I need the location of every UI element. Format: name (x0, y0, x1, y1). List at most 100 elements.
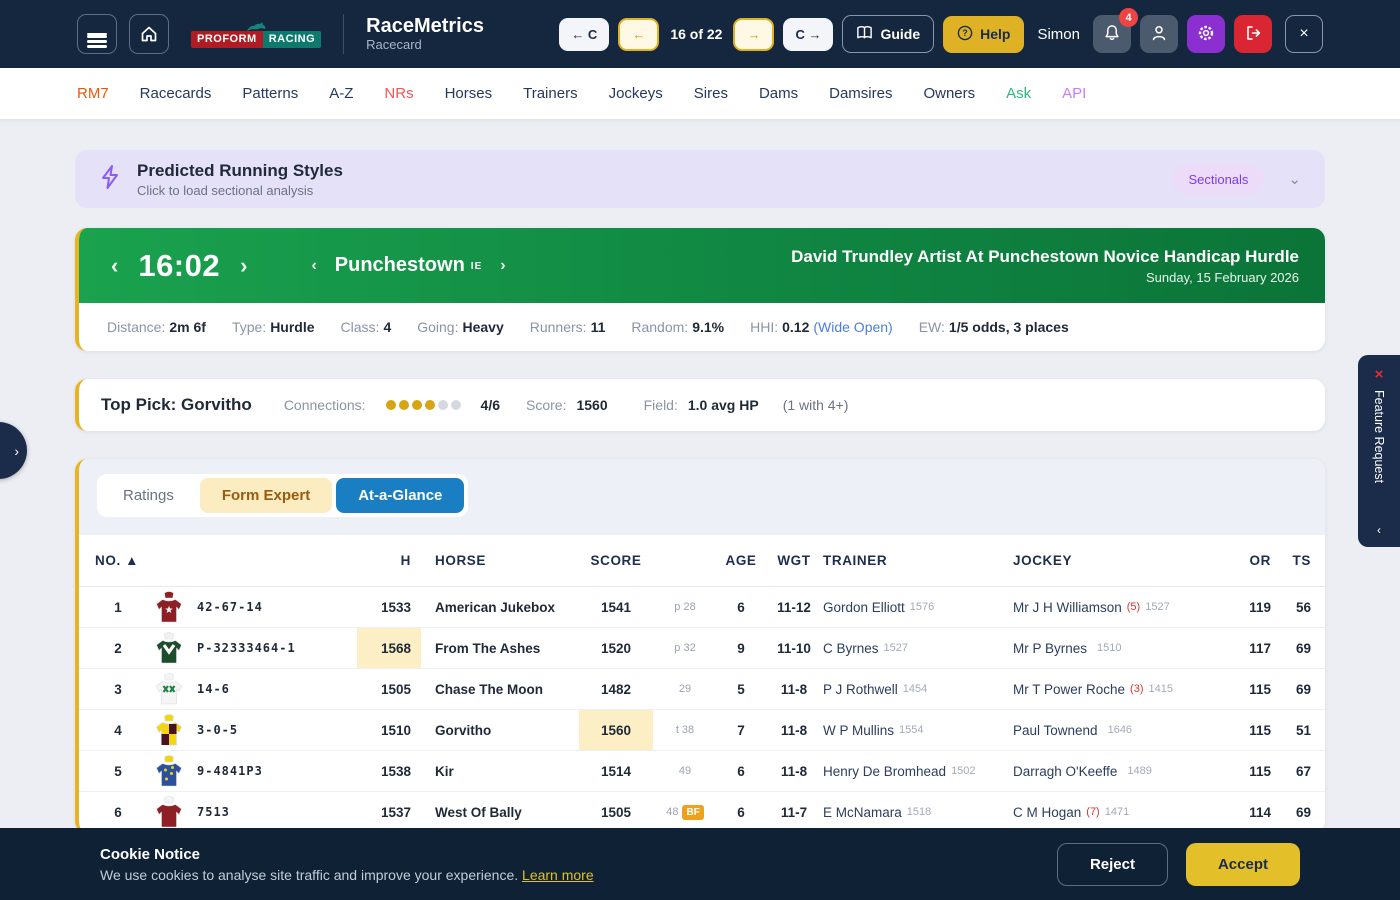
horse-name[interactable]: Chase The Moon (421, 669, 579, 709)
nav-item-api[interactable]: API (1062, 85, 1086, 102)
jockey-cell[interactable]: Paul Townend 1646 (1013, 710, 1225, 750)
nav-item-patterns[interactable]: Patterns (242, 85, 298, 102)
horse-name[interactable]: American Jukebox (421, 587, 579, 627)
next-race-button[interactable]: → (733, 18, 774, 51)
hamburger-menu-button[interactable] (77, 14, 117, 54)
next-course-arrow[interactable]: › (494, 257, 511, 275)
score-value: 1520 (579, 628, 653, 668)
horse-name[interactable]: Kir (421, 751, 579, 791)
weight: 11-8 (765, 751, 823, 791)
accept-cookies-button[interactable]: Accept (1186, 843, 1300, 886)
table-row[interactable]: 4 3-0-5 1510 Gorvitho 1560 t 38 7 11-8 W… (79, 710, 1325, 751)
jockey-name: Mr P Byrnes (1013, 641, 1087, 656)
nav-item-a-z[interactable]: A-Z (329, 85, 353, 102)
tab-at-a-glance[interactable]: At-a-Glance (336, 478, 464, 513)
jockey-cell[interactable]: Mr J H Williamson (5) 1527 (1013, 587, 1225, 627)
nav-item-jockeys[interactable]: Jockeys (609, 85, 663, 102)
next-time-arrow[interactable]: › (234, 254, 253, 278)
nav-item-nrs[interactable]: NRs (384, 85, 413, 102)
col-header-or[interactable]: OR (1225, 535, 1271, 586)
learn-more-link[interactable]: Learn more (522, 867, 594, 883)
nav-item-rm7[interactable]: RM7 (77, 85, 109, 102)
col-header-h[interactable]: H (357, 535, 421, 586)
prev-course-button[interactable]: ← C (559, 18, 609, 51)
connections-value: 4/6 (481, 397, 500, 413)
table-row[interactable]: 1 ★ 42-67-14 1533 American Jukebox 1541 … (79, 587, 1325, 628)
col-header-age[interactable]: AGE (717, 535, 765, 586)
trainer-cell[interactable]: E McNamara 1518 (823, 792, 1013, 832)
nav-item-sires[interactable]: Sires (694, 85, 728, 102)
runner-number: 6 (95, 792, 141, 832)
predicted-running-styles-banner[interactable]: Predicted Running Styles Click to load s… (75, 150, 1325, 208)
close-window-button[interactable]: × (1285, 15, 1323, 53)
home-button[interactable] (129, 14, 169, 54)
table-header-row: NO. ▲ HHORSESCORE AGEWGTTRAINERJOCKEYORTS (79, 535, 1325, 587)
secondary-nav: RM7 Racecards Patterns A-Z NRs Horses Trainers… (0, 68, 1400, 120)
nav-item-owners[interactable]: Owners (923, 85, 975, 102)
horse-name[interactable]: Gorvitho (421, 710, 579, 750)
col-header-trainer[interactable]: TRAINER (823, 535, 1013, 586)
col-header-wgt[interactable]: WGT (765, 535, 823, 586)
connection-dot (451, 400, 461, 410)
feature-request-close-icon[interactable]: × (1369, 365, 1390, 384)
username: Simon (1037, 26, 1080, 43)
nav-item-trainers[interactable]: Trainers (523, 85, 577, 102)
settings-button[interactable] (1187, 15, 1225, 53)
jockey-cell[interactable]: Darragh O'Keeffe 1489 (1013, 751, 1225, 791)
jockey-cell[interactable]: Mr T Power Roche (3) 1415 (1013, 669, 1225, 709)
table-row[interactable]: 5 9-4841P3 1538 Kir 1514 49 6 11-8 Henry… (79, 751, 1325, 792)
official-rating: 115 (1225, 710, 1271, 750)
prev-time-arrow[interactable]: ‹ (105, 254, 124, 278)
top-pick-card: Top Pick: Gorvitho Connections: 4/6 Scor… (75, 379, 1325, 431)
nav-item-racecards[interactable]: Racecards (140, 85, 212, 102)
form-figures: P-32333464-1 (197, 628, 357, 668)
nav-item-horses[interactable]: Horses (445, 85, 493, 102)
age: 6 (717, 792, 765, 832)
col-header-ts[interactable]: TS (1271, 535, 1311, 586)
tab-ratings[interactable]: Ratings (101, 478, 196, 513)
nav-item-ask[interactable]: Ask (1006, 85, 1031, 102)
prev-race-button[interactable]: ← (618, 18, 659, 51)
top-pick-title: Top Pick: Gorvitho (101, 395, 252, 415)
chevron-down-icon[interactable]: ⌄ (1288, 170, 1301, 188)
col-header-horse[interactable]: HORSE (421, 535, 579, 586)
official-rating: 114 (1225, 792, 1271, 832)
horse-name[interactable]: West Of Bally (421, 792, 579, 832)
feature-request-tab[interactable]: × Feature Request ‹ (1358, 355, 1400, 547)
logout-button[interactable] (1234, 15, 1272, 53)
col-header-jockey[interactable]: JOCKEY (1013, 535, 1225, 586)
sectionals-pill[interactable]: Sectionals (1172, 165, 1264, 194)
jockey-cell[interactable]: C M Hogan (7) 1471 (1013, 792, 1225, 832)
tab-form-expert[interactable]: Form Expert (200, 478, 332, 513)
nav-item-dams[interactable]: Dams (759, 85, 798, 102)
h-rating: 1510 (357, 710, 421, 750)
col-header-no-[interactable]: NO. ▲ (95, 535, 141, 586)
race-detail: Distance:2m 6f (107, 319, 206, 335)
sub-score: p 32 (653, 628, 717, 668)
trainer-cell[interactable]: Gordon Elliott 1576 (823, 587, 1013, 627)
trainer-cell[interactable]: P J Rothwell 1454 (823, 669, 1013, 709)
table-row[interactable]: 6 7513 1537 West Of Bally 1505 48 BF 6 1… (79, 792, 1325, 833)
trainer-cell[interactable]: C Byrnes 1527 (823, 628, 1013, 668)
horse-name[interactable]: From The Ashes (421, 628, 579, 668)
proform-racing-logo[interactable]: PROFORM RACING (191, 21, 321, 48)
col-header-score[interactable]: SCORE (579, 535, 653, 586)
jockey-cell[interactable]: Mr P Byrnes 1510 (1013, 628, 1225, 668)
table-row[interactable]: 3 14-6 1505 Chase The Moon 1482 29 5 11-… (79, 669, 1325, 710)
trainer-cell[interactable]: Henry De Bromhead 1502 (823, 751, 1013, 791)
notifications-button[interactable]: 4 (1093, 15, 1131, 53)
trainer-cell[interactable]: W P Mullins 1554 (823, 710, 1013, 750)
profile-button[interactable] (1140, 15, 1178, 53)
next-course-button[interactable]: C → (783, 18, 833, 51)
guide-button[interactable]: Guide (842, 15, 934, 53)
nav-item-damsires[interactable]: Damsires (829, 85, 892, 102)
race-time: 16:02 (138, 248, 220, 284)
age: 6 (717, 587, 765, 627)
help-button[interactable]: ? Help (943, 16, 1024, 53)
guide-label: Guide (880, 26, 920, 42)
table-row[interactable]: 2 P-32333464-1 1568 From The Ashes 1520 … (79, 628, 1325, 669)
field-extra: (1 with 4+) (783, 397, 849, 413)
prev-course-arrow[interactable]: ‹ (305, 257, 322, 275)
trainer-rating: 1554 (899, 724, 923, 736)
reject-cookies-button[interactable]: Reject (1057, 843, 1168, 886)
